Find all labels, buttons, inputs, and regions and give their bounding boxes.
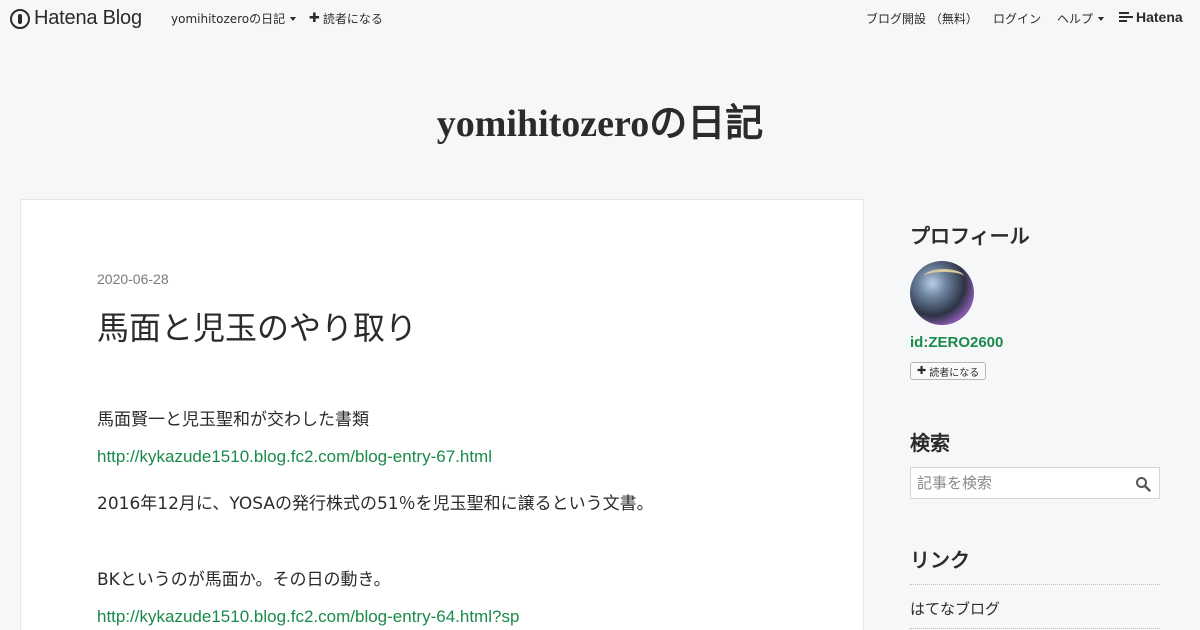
signup-link[interactable]: ブログ開設 （無料） [866, 10, 978, 27]
help-label: ヘルプ [1057, 12, 1094, 26]
entry-link[interactable]: http://kykazude1510.blog.fc2.com/blog-en… [97, 447, 492, 467]
help-dropdown[interactable]: ヘルプ [1057, 10, 1105, 27]
hatena-pen-icon [10, 8, 30, 29]
links-heading: リンク [910, 548, 970, 572]
follow-button[interactable]: ✚ 読者になる [910, 362, 987, 380]
signup-label: ブログ開設 （無料） [866, 12, 978, 26]
avatar[interactable] [910, 261, 974, 325]
search-box [910, 467, 1160, 499]
profile-id-link[interactable]: id:ZERO2600 [910, 334, 1003, 351]
entry-date[interactable]: 2020-06-28 [97, 271, 169, 287]
sidebar-link-hatenablog[interactable]: はてなブログ [910, 598, 1000, 619]
global-header: Hatena Blog yomihitozeroの日記 ✚ 読者になる ブログ開… [0, 0, 1200, 36]
login-label: ログイン [993, 12, 1042, 26]
entry-card: 2020-06-28 馬面と児玉のやり取り 馬面賢一と児玉聖和が交わした書類 h… [20, 199, 864, 630]
entry-paragraph: 馬面賢一と児玉聖和が交わした書類 [97, 410, 369, 430]
entry-link[interactable]: http://kykazude1510.blog.fc2.com/blog-en… [97, 607, 519, 627]
brand-text: Hatena [1136, 9, 1183, 25]
caret-down-icon [1098, 16, 1105, 21]
hatena-brand-link[interactable]: Hatena [1119, 9, 1183, 25]
follow-link[interactable]: ✚ 読者になる [309, 10, 383, 27]
entry-title[interactable]: 馬面と児玉のやり取り [97, 303, 417, 349]
caret-down-icon [290, 16, 297, 21]
search-icon[interactable] [1135, 476, 1151, 492]
login-link[interactable]: ログイン [993, 10, 1041, 27]
blog-title[interactable]: yomihitozeroの日記 [0, 92, 1200, 147]
profile-heading: プロフィール [910, 224, 1030, 248]
search-heading: 検索 [910, 431, 950, 455]
hatena-blog-logo[interactable]: Hatena Blog [10, 7, 142, 30]
hatena-mark-icon [1119, 12, 1133, 22]
plus-icon: ✚ [917, 364, 927, 377]
follow-button-label: 読者になる [929, 367, 980, 379]
divider [910, 628, 1160, 629]
divider [910, 584, 1160, 585]
entry-paragraph: BKというのが馬面か。その日の動き。 [97, 570, 391, 590]
follow-link-label: 読者になる [322, 12, 383, 26]
search-input[interactable] [911, 468, 1131, 498]
entry-paragraph: 2016年12月に、YOSAの発行株式の51％を児玉聖和に譲るという文書。 [97, 494, 654, 514]
plus-icon: ✚ [309, 10, 320, 26]
blog-menu-label: yomihitozeroの日記 [171, 12, 286, 26]
blog-menu-dropdown[interactable]: yomihitozeroの日記 [171, 10, 297, 27]
logo-text: Hatena Blog [34, 7, 142, 29]
